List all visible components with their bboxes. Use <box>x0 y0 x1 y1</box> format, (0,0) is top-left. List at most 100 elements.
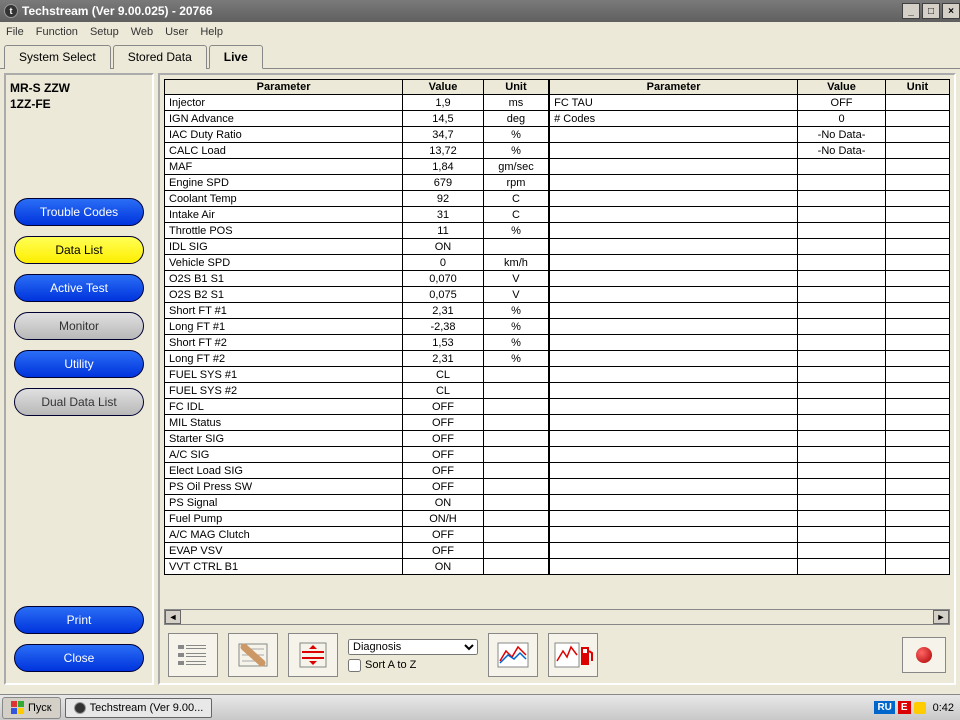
menu-help[interactable]: Help <box>200 26 223 38</box>
table-row[interactable]: Long FT #22,31% <box>165 351 549 367</box>
table-row[interactable]: CALC Load13,72% <box>165 143 549 159</box>
col-parameter-r[interactable]: Parameter <box>550 80 798 95</box>
table-row[interactable] <box>550 511 950 527</box>
table-row[interactable] <box>550 351 950 367</box>
table-row[interactable]: O2S B1 S10,070V <box>165 271 549 287</box>
table-row[interactable]: A/C MAG ClutchOFF <box>165 527 549 543</box>
table-row[interactable]: Intake Air31C <box>165 207 549 223</box>
tab-stored-data[interactable]: Stored Data <box>113 45 207 69</box>
active-test-button[interactable]: Active Test <box>14 274 144 302</box>
table-row[interactable]: # Codes0 <box>550 111 950 127</box>
table-row[interactable]: Coolant Temp92C <box>165 191 549 207</box>
table-row[interactable]: -No Data- <box>550 127 950 143</box>
table-row[interactable] <box>550 543 950 559</box>
table-row[interactable] <box>550 319 950 335</box>
close-window-button[interactable]: × <box>942 3 960 19</box>
table-row[interactable] <box>550 431 950 447</box>
menu-user[interactable]: User <box>165 26 188 38</box>
table-row[interactable] <box>550 223 950 239</box>
sort-checkbox-label[interactable]: Sort A to Z <box>348 659 478 672</box>
menu-file[interactable]: File <box>6 26 24 38</box>
table-row[interactable]: FUEL SYS #1CL <box>165 367 549 383</box>
table-row[interactable] <box>550 447 950 463</box>
close-button[interactable]: Close <box>14 644 144 672</box>
table-row[interactable]: PS SignalON <box>165 495 549 511</box>
table-row[interactable]: EVAP VSVOFF <box>165 543 549 559</box>
scroll-right-arrow[interactable]: ► <box>933 610 949 624</box>
tray-shield-icon[interactable] <box>914 702 926 714</box>
scroll-left-arrow[interactable]: ◄ <box>165 610 181 624</box>
tab-system-select[interactable]: System Select <box>4 45 111 69</box>
col-value[interactable]: Value <box>403 80 484 95</box>
table-row[interactable]: IGN Advance14,5deg <box>165 111 549 127</box>
table-row[interactable]: Throttle POS11% <box>165 223 549 239</box>
table-row[interactable]: IDL SIGON <box>165 239 549 255</box>
table-row[interactable] <box>550 287 950 303</box>
maximize-button[interactable]: □ <box>922 3 940 19</box>
table-row[interactable] <box>550 383 950 399</box>
table-row[interactable]: Engine SPD679rpm <box>165 175 549 191</box>
expand-button[interactable] <box>288 633 338 677</box>
lang-indicator[interactable]: RU <box>874 701 894 714</box>
table-row[interactable]: VVT CTRL B1ON <box>165 559 549 575</box>
table-row[interactable]: Short FT #12,31% <box>165 303 549 319</box>
menu-web[interactable]: Web <box>131 26 153 38</box>
print-button[interactable]: Print <box>14 606 144 634</box>
table-row[interactable] <box>550 175 950 191</box>
table-row[interactable] <box>550 159 950 175</box>
table-row[interactable]: Short FT #21,53% <box>165 335 549 351</box>
col-value-r[interactable]: Value <box>798 80 886 95</box>
table-row[interactable] <box>550 527 950 543</box>
table-row[interactable] <box>550 335 950 351</box>
table-row[interactable]: O2S B2 S10,075V <box>165 287 549 303</box>
diagnosis-select[interactable]: Diagnosis <box>348 639 478 655</box>
table-row[interactable] <box>550 495 950 511</box>
table-row[interactable] <box>550 255 950 271</box>
graph2-button[interactable] <box>548 633 598 677</box>
taskbar-app-item[interactable]: Techstream (Ver 9.00... <box>65 698 213 718</box>
table-row[interactable] <box>550 479 950 495</box>
record-button[interactable] <box>902 637 946 673</box>
horizontal-scrollbar[interactable]: ◄ ► <box>164 609 950 625</box>
menu-function[interactable]: Function <box>36 26 78 38</box>
table-row[interactable] <box>550 415 950 431</box>
col-unit[interactable]: Unit <box>483 80 548 95</box>
table-row[interactable] <box>550 207 950 223</box>
table-row[interactable]: Starter SIGOFF <box>165 431 549 447</box>
table-row[interactable] <box>550 367 950 383</box>
table-row[interactable] <box>550 271 950 287</box>
menu-setup[interactable]: Setup <box>90 26 119 38</box>
table-row[interactable]: Elect Load SIGOFF <box>165 463 549 479</box>
table-row[interactable] <box>550 303 950 319</box>
data-list-button[interactable]: Data List <box>14 236 144 264</box>
filter-button[interactable] <box>228 633 278 677</box>
table-row[interactable]: PS Oil Press SWOFF <box>165 479 549 495</box>
table-row[interactable]: Fuel PumpON/H <box>165 511 549 527</box>
table-row[interactable] <box>550 239 950 255</box>
table-row[interactable]: A/C SIGOFF <box>165 447 549 463</box>
sort-checkbox[interactable] <box>348 659 361 672</box>
table-row[interactable] <box>550 559 950 575</box>
minimize-button[interactable]: _ <box>902 3 920 19</box>
table-row[interactable] <box>550 191 950 207</box>
table-row[interactable]: Vehicle SPD0km/h <box>165 255 549 271</box>
table-row[interactable]: FC TAUOFF <box>550 95 950 111</box>
dual-data-list-button[interactable]: Dual Data List <box>14 388 144 416</box>
tab-live[interactable]: Live <box>209 45 263 69</box>
table-row[interactable]: MAF1,84gm/sec <box>165 159 549 175</box>
table-row[interactable]: IAC Duty Ratio34,7% <box>165 127 549 143</box>
tray-e-indicator[interactable]: E <box>898 701 911 714</box>
utility-button[interactable]: Utility <box>14 350 144 378</box>
trouble-codes-button[interactable]: Trouble Codes <box>14 198 144 226</box>
table-row[interactable]: MIL StatusOFF <box>165 415 549 431</box>
start-button[interactable]: Пуск <box>2 697 61 719</box>
table-row[interactable]: Long FT #1-2,38% <box>165 319 549 335</box>
table-row[interactable]: FC IDLOFF <box>165 399 549 415</box>
table-row[interactable] <box>550 399 950 415</box>
graph1-button[interactable] <box>488 633 538 677</box>
monitor-button[interactable]: Monitor <box>14 312 144 340</box>
table-row[interactable] <box>550 463 950 479</box>
table-row[interactable]: -No Data- <box>550 143 950 159</box>
table-row[interactable]: Injector1,9ms <box>165 95 549 111</box>
table-row[interactable]: FUEL SYS #2CL <box>165 383 549 399</box>
